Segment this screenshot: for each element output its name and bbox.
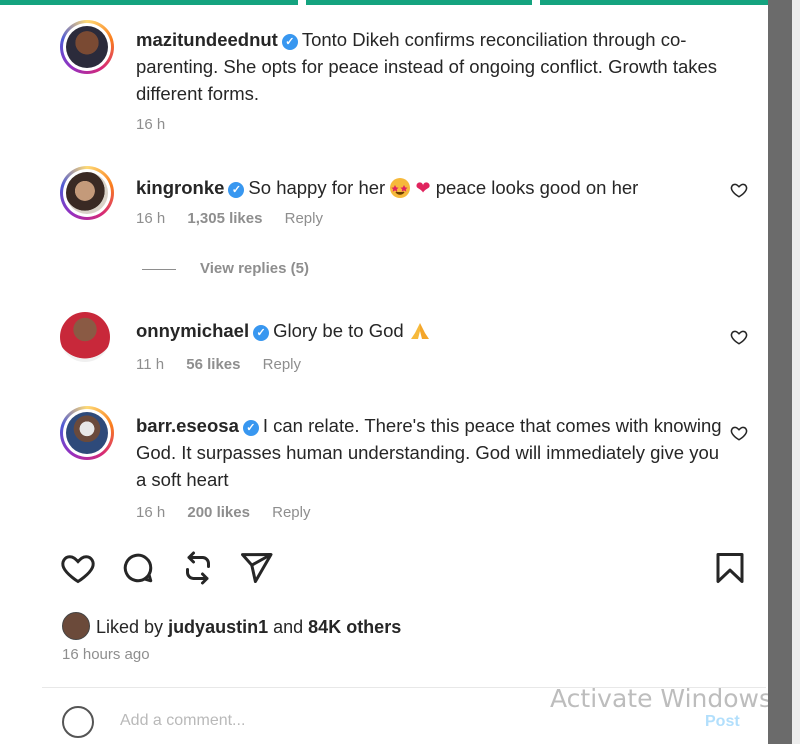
- comment-likes[interactable]: 200 likes: [187, 504, 250, 521]
- add-comment-input[interactable]: Add a comment...: [120, 712, 245, 730]
- comment-text: Glory be to God: [273, 320, 404, 341]
- comment-item: barr.eseosa ✓ I can relate. There's this p…: [60, 406, 750, 526]
- like-comment-heart-icon[interactable]: [730, 328, 748, 346]
- story-progress-bar: [0, 0, 800, 5]
- heart-icon[interactable]: [60, 550, 96, 586]
- comment-username[interactable]: onnymichael: [136, 320, 249, 341]
- reply-button[interactable]: Reply: [272, 504, 310, 521]
- view-replies-label: View replies (5): [200, 260, 309, 277]
- comment-icon[interactable]: [120, 550, 156, 586]
- comment-time: 11 h: [136, 356, 165, 373]
- scrollbar[interactable]: [768, 0, 792, 744]
- comment-item: onnymichael ✓ Glory be to God 11 h 56 like…: [60, 312, 750, 373]
- post-timestamp: 16 hours ago: [62, 646, 150, 663]
- post-button[interactable]: Post: [705, 713, 740, 731]
- comment-username[interactable]: mazitundeednut: [136, 29, 278, 50]
- comment-username[interactable]: barr.eseosa: [136, 415, 239, 436]
- comment-time: 16 h: [136, 210, 166, 227]
- avatar[interactable]: [60, 166, 114, 220]
- folded-hands-emoji-icon: [410, 323, 429, 339]
- share-icon[interactable]: [238, 550, 274, 586]
- star-eyes-emoji-icon: [390, 178, 411, 198]
- window-edge: [792, 0, 800, 744]
- red-heart-emoji-icon: ❤: [415, 178, 431, 198]
- comment-item: kingronke ✓ So happy for her ❤ peace looks…: [60, 166, 750, 227]
- view-replies-button[interactable]: View replies (5): [142, 260, 309, 277]
- bookmark-icon[interactable]: [712, 550, 748, 586]
- verified-icon: ✓: [253, 325, 270, 341]
- comment-username[interactable]: kingronke: [136, 177, 224, 198]
- liked-by-others[interactable]: 84K others: [308, 617, 401, 637]
- progress-segment: [0, 0, 298, 5]
- reply-button[interactable]: Reply: [285, 210, 323, 227]
- avatar[interactable]: [62, 612, 90, 640]
- liked-by-prefix: Liked by: [96, 617, 164, 637]
- caption-comment: mazitundeednut ✓ Tonto Dikeh confirms reco…: [60, 20, 750, 140]
- like-comment-heart-icon[interactable]: [730, 424, 748, 442]
- comment-time: 16 h: [136, 504, 166, 521]
- like-comment-heart-icon[interactable]: [730, 181, 748, 199]
- comment-text: So happy for her: [248, 177, 386, 198]
- verified-icon: ✓: [228, 182, 245, 198]
- comment-text-continued: peace looks good on her: [435, 177, 639, 198]
- liked-by-and: and: [273, 617, 304, 637]
- verified-icon: ✓: [281, 34, 298, 50]
- comment-likes[interactable]: 56 likes: [186, 356, 240, 373]
- avatar[interactable]: [60, 312, 110, 362]
- progress-segment: [540, 0, 768, 5]
- emoji-icon[interactable]: [62, 706, 94, 738]
- repost-icon[interactable]: [180, 550, 216, 586]
- comment-time: 16 h: [136, 116, 166, 133]
- liked-by-summary: Liked by judyaustin1 and 84K others: [62, 612, 401, 640]
- comment-likes[interactable]: 1,305 likes: [187, 210, 262, 227]
- avatar[interactable]: [60, 20, 114, 74]
- reply-button[interactable]: Reply: [263, 356, 301, 373]
- post-actions-bar: [60, 550, 760, 590]
- avatar[interactable]: [60, 406, 114, 460]
- verified-icon: ✓: [242, 420, 259, 436]
- liked-by-user[interactable]: judyaustin1: [168, 617, 268, 637]
- activate-windows-watermark: Activate Windows: [550, 684, 772, 713]
- progress-segment: [306, 0, 532, 5]
